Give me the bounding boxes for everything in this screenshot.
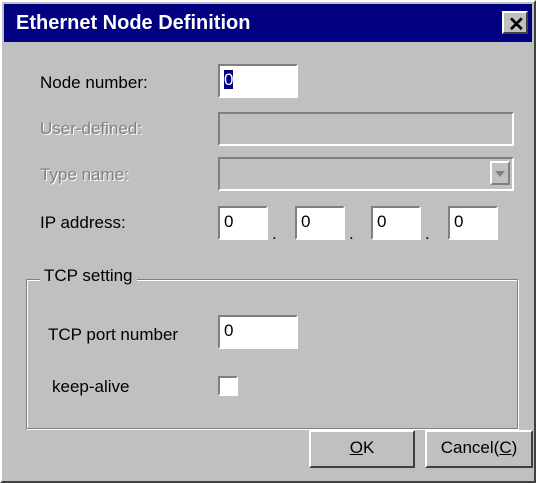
tcp-setting-legend: TCP setting xyxy=(40,266,137,286)
cancel-label-suffix: ) xyxy=(511,438,518,457)
keep-alive-checkbox[interactable] xyxy=(218,376,238,396)
ok-button[interactable]: OK xyxy=(309,430,415,468)
ip-address-label: IP address: xyxy=(40,213,126,232)
ethernet-node-dialog: Ethernet Node Definition ✕ Node number: … xyxy=(0,0,536,483)
tcp-port-value: 0 xyxy=(224,321,234,340)
close-button[interactable]: ✕ xyxy=(502,11,528,36)
tcp-port-label: TCP port number xyxy=(48,325,179,344)
type-name-select[interactable] xyxy=(218,157,514,191)
node-number-label: Node number: xyxy=(40,73,148,92)
cancel-button[interactable]: Cancel(C) xyxy=(425,430,533,468)
ip-separator: . xyxy=(349,224,354,243)
ip-separator: . xyxy=(272,224,277,243)
ok-mnemonic: O xyxy=(349,438,363,457)
cancel-label-prefix: Cancel( xyxy=(440,438,500,457)
chevron-down-icon xyxy=(495,171,505,177)
user-defined-input[interactable] xyxy=(218,112,514,146)
ip-octet-1[interactable]: 0 xyxy=(218,206,268,240)
ok-label-rest: K xyxy=(362,438,375,457)
keep-alive-label: keep-alive xyxy=(52,377,130,396)
type-name-dropdown-button[interactable] xyxy=(490,161,510,185)
ip-separator: . xyxy=(425,224,430,243)
ip-octet-3-value: 0 xyxy=(377,212,387,231)
node-number-input[interactable]: 0 xyxy=(218,64,298,98)
title-bar[interactable]: Ethernet Node Definition ✕ xyxy=(4,4,532,42)
dialog-title: Ethernet Node Definition xyxy=(16,12,251,34)
close-icon: ✕ xyxy=(508,14,525,36)
cancel-mnemonic: C xyxy=(499,438,512,457)
tcp-port-input[interactable]: 0 xyxy=(218,315,298,349)
ip-octet-2[interactable]: 0 xyxy=(295,206,345,240)
node-number-value: 0 xyxy=(224,70,234,89)
ip-octet-2-value: 0 xyxy=(301,212,311,231)
ip-octet-1-value: 0 xyxy=(224,212,234,231)
type-name-label: Type name: xyxy=(40,165,129,184)
ip-octet-4-value: 0 xyxy=(454,212,464,231)
ip-octet-4[interactable]: 0 xyxy=(448,206,498,240)
tcp-setting-group xyxy=(26,279,518,429)
user-defined-label: User-defined: xyxy=(40,119,143,138)
ip-octet-3[interactable]: 0 xyxy=(371,206,421,240)
